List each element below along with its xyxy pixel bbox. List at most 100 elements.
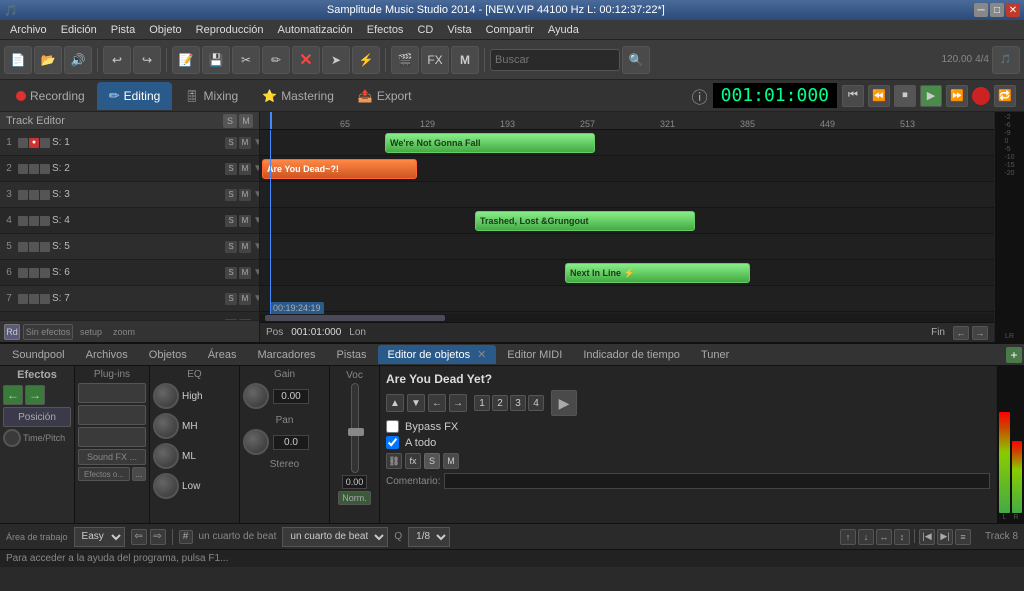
track-mute-3[interactable] xyxy=(18,190,28,200)
menu-pista[interactable]: Pista xyxy=(105,22,141,38)
draw-button[interactable]: ✏ xyxy=(262,46,290,74)
track-m-btn-4[interactable]: M xyxy=(239,215,251,227)
tab-editor-objetos[interactable]: Editor de objetos ✕ xyxy=(378,345,497,364)
track-mute-2[interactable] xyxy=(18,164,28,174)
plugin-slot-1[interactable] xyxy=(78,383,146,403)
track-solo-5[interactable] xyxy=(40,242,50,252)
logo-button[interactable]: 🎵 xyxy=(992,46,1020,74)
a-todo-checkbox[interactable] xyxy=(386,436,399,449)
pos-1-button[interactable]: 1 xyxy=(474,395,490,411)
pos-arrow-right[interactable]: → xyxy=(972,326,988,340)
audio-clip[interactable]: Are You Dead~?! xyxy=(262,159,417,179)
track-solo-1[interactable] xyxy=(40,138,50,148)
tab-editing[interactable]: ✏ Editing xyxy=(97,82,173,110)
menu-cd[interactable]: CD xyxy=(411,22,439,38)
tab-archivos[interactable]: Archivos xyxy=(76,346,138,364)
area-trabajo-select[interactable]: Easy xyxy=(74,527,125,547)
save-button[interactable]: 💾 xyxy=(202,46,230,74)
track-expand-6[interactable]: ▼ xyxy=(253,267,259,278)
pos-arrow-left[interactable]: ← xyxy=(953,326,969,340)
track-solo-3[interactable] xyxy=(40,190,50,200)
menu-reproduccion[interactable]: Reproducción xyxy=(190,22,270,38)
track-s-btn-2[interactable]: S xyxy=(225,163,237,175)
track-expand-4[interactable]: ▼ xyxy=(253,215,259,226)
cut-button[interactable]: ✂ xyxy=(232,46,260,74)
goto-start-button[interactable]: ⏮ xyxy=(842,85,864,107)
menu-efectos[interactable]: Efectos xyxy=(361,22,410,38)
nav-btn-1[interactable]: ⇦ xyxy=(131,529,147,545)
track-expand-5[interactable]: ▼ xyxy=(253,241,259,252)
split-button[interactable]: ⚡ xyxy=(352,46,380,74)
s-button[interactable]: S xyxy=(424,453,440,469)
arrow-tool-button[interactable]: ➤ xyxy=(322,46,350,74)
rd-button[interactable]: Rd xyxy=(4,324,20,340)
status-btn-6[interactable]: ▶| xyxy=(937,529,953,545)
tab-objetos[interactable]: Objetos xyxy=(139,346,197,364)
posicion-button[interactable]: Posición xyxy=(3,407,71,427)
track-m-btn-6[interactable]: M xyxy=(239,267,251,279)
status-btn-5[interactable]: |◀ xyxy=(919,529,935,545)
comment-input[interactable] xyxy=(444,473,990,489)
play-preview-button[interactable]: ▶ xyxy=(551,390,577,416)
track-s-btn-1[interactable]: S xyxy=(225,137,237,149)
tab-recording[interactable]: Recording xyxy=(4,82,97,110)
menu-edicion[interactable]: Edición xyxy=(55,22,103,38)
tab-pistas[interactable]: Pistas xyxy=(327,346,377,364)
sin-efectos-button[interactable]: Sin efectos xyxy=(23,324,73,340)
efectos-o-button[interactable]: Efectos o... xyxy=(78,467,130,481)
track-arm-7[interactable] xyxy=(29,294,39,304)
track-arm-6[interactable] xyxy=(29,268,39,278)
eq-knob-high[interactable] xyxy=(153,383,179,409)
media-button[interactable]: 🎬 xyxy=(391,46,419,74)
tab-areas[interactable]: Áreas xyxy=(198,346,247,364)
time-pitch-knob[interactable] xyxy=(3,429,21,447)
nav-next-button[interactable]: → xyxy=(449,394,467,412)
scroll-thumb[interactable] xyxy=(265,315,445,321)
tab-soundpool[interactable]: Soundpool xyxy=(2,346,75,364)
close-button[interactable]: ✕ xyxy=(1006,3,1020,17)
track-expand-3[interactable]: ▼ xyxy=(253,189,259,200)
volume-fader[interactable] xyxy=(351,383,359,473)
redo-button[interactable]: ↪ xyxy=(133,46,161,74)
search-input[interactable] xyxy=(490,49,620,71)
tab-export[interactable]: 📤 Export xyxy=(346,82,424,110)
efectos-extra-button[interactable]: ... xyxy=(132,467,146,481)
tab-mastering[interactable]: ⭐ Mastering xyxy=(250,82,346,110)
audio-clip[interactable]: We're Not Gonna Fall xyxy=(385,133,595,153)
eq-knob-mh[interactable] xyxy=(153,413,179,439)
track-expand-2[interactable]: ▼ xyxy=(253,163,259,174)
menu-objeto[interactable]: Objeto xyxy=(143,22,187,38)
pos-4-button[interactable]: 4 xyxy=(528,395,544,411)
nav-down-button[interactable]: ▼ xyxy=(407,394,425,412)
track-m-btn-5[interactable]: M xyxy=(239,241,251,253)
track-m-btn-7[interactable]: M xyxy=(239,293,251,305)
plugin-slot-2[interactable] xyxy=(78,405,146,425)
plugin-slot-3[interactable] xyxy=(78,427,146,447)
track-mute-5[interactable] xyxy=(18,242,28,252)
sound-fx-button[interactable]: Sound FX ... xyxy=(78,449,146,465)
track-mute-7[interactable] xyxy=(18,294,28,304)
status-btn-2[interactable]: ↓ xyxy=(858,529,874,545)
audio-clip[interactable]: Next In Line ⚡ xyxy=(565,263,750,283)
status-btn-1[interactable]: ↑ xyxy=(840,529,856,545)
fx-button[interactable]: FX xyxy=(421,46,449,74)
track-solo-2[interactable] xyxy=(40,164,50,174)
status-btn-7[interactable]: ≡ xyxy=(955,529,971,545)
effect-left-btn[interactable]: ← xyxy=(3,385,23,405)
track-s-btn-6[interactable]: S xyxy=(225,267,237,279)
track-s-btn-5[interactable]: S xyxy=(225,241,237,253)
volume-fader-thumb[interactable] xyxy=(348,428,364,436)
play-button[interactable]: ▶ xyxy=(920,85,942,107)
track-m-btn-2[interactable]: M xyxy=(239,163,251,175)
eq-knob-ml[interactable] xyxy=(153,443,179,469)
audio-icon[interactable]: 🔊 xyxy=(64,46,92,74)
menu-automatizacion[interactable]: Automatización xyxy=(272,22,359,38)
track-expand-1[interactable]: ▼ xyxy=(253,137,259,148)
nav-up-button[interactable]: ▲ xyxy=(386,394,404,412)
file-new-button[interactable]: 📄 xyxy=(4,46,32,74)
search-button[interactable]: 🔍 xyxy=(622,46,650,74)
maximize-button[interactable]: □ xyxy=(990,3,1004,17)
snap-btn[interactable]: # xyxy=(179,530,193,544)
track-s-btn-4[interactable]: S xyxy=(225,215,237,227)
fx-chain-button[interactable]: fx xyxy=(405,453,421,469)
